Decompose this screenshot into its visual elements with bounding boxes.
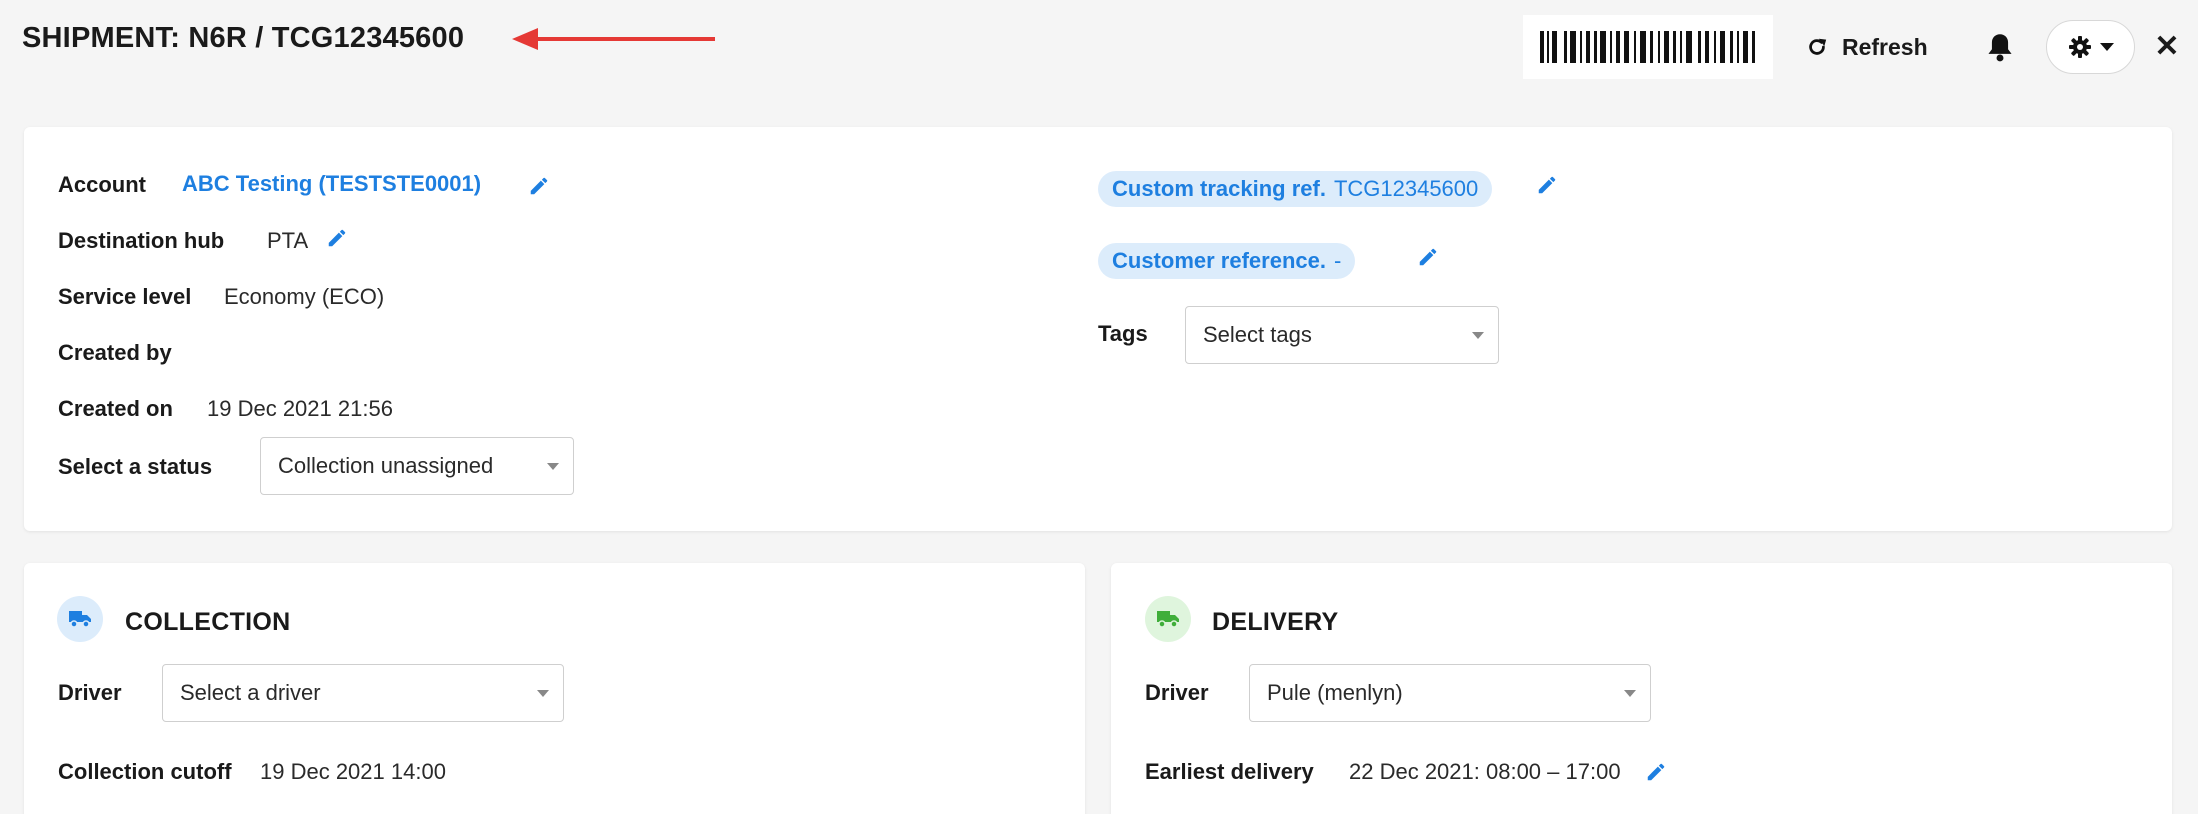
collection-cutoff-label: Collection cutoff <box>58 759 232 784</box>
created-on-value: 19 Dec 2021 21:56 <box>207 396 393 421</box>
collection-card: COLLECTION Driver Select a driver Collec… <box>24 563 1085 814</box>
page-header: SHIPMENT: N6R / TCG12345600 Refresh ✕ <box>0 0 2198 110</box>
service-level-label: Service level <box>58 284 192 309</box>
earliest-delivery-value: 22 Dec 2021: 08:00 – 17:00 <box>1349 759 1621 784</box>
collection-driver-select[interactable]: Select a driver <box>162 664 564 722</box>
delivery-driver-label: Driver <box>1145 680 1209 705</box>
collection-cutoff-value: 19 Dec 2021 14:00 <box>260 759 446 784</box>
delivery-card: DELIVERY Driver Pule (menlyn) Earliest d… <box>1111 563 2172 814</box>
refresh-button[interactable]: Refresh <box>1806 27 1928 67</box>
chevron-down-icon <box>1472 332 1484 339</box>
collection-title: COLLECTION <box>125 608 291 636</box>
barcode-icon[interactable] <box>1523 15 1773 79</box>
chevron-down-icon <box>547 463 559 470</box>
status-label: Select a status <box>58 454 213 479</box>
destination-hub-value: PTA <box>267 228 309 253</box>
status-select[interactable]: Collection unassigned <box>260 437 574 495</box>
customer-reference-pill[interactable]: Customer reference. - <box>1098 243 1356 279</box>
edit-destination-hub-pencil-icon[interactable] <box>326 227 348 249</box>
edit-earliest-delivery-pencil-icon[interactable] <box>1645 761 1667 783</box>
earliest-delivery-label: Earliest delivery <box>1145 759 1314 784</box>
shipment-details-card: Account ABC Testing (TESTSTE0001) Destin… <box>24 127 2172 531</box>
collection-driver-value: Select a driver <box>180 680 321 705</box>
edit-account-pencil-icon[interactable] <box>528 175 550 197</box>
settings-dropdown-button[interactable] <box>2046 20 2135 74</box>
tags-select-placeholder: Select tags <box>1203 322 1312 347</box>
account-label: Account <box>58 172 146 197</box>
chevron-down-icon <box>2099 43 2114 51</box>
chevron-down-icon <box>1624 690 1636 697</box>
created-by-label: Created by <box>58 340 172 365</box>
customer-reference-label: Customer reference. <box>1112 248 1326 273</box>
status-select-value: Collection unassigned <box>278 453 494 478</box>
truck-icon <box>57 596 103 642</box>
refresh-label: Refresh <box>1842 33 1928 60</box>
chevron-down-icon <box>537 690 549 697</box>
delivery-driver-select[interactable]: Pule (menlyn) <box>1249 664 1651 722</box>
arrow-left-icon <box>512 28 715 50</box>
close-icon[interactable]: ✕ <box>2152 32 2182 62</box>
collection-driver-label: Driver <box>58 680 122 705</box>
created-on-label: Created on <box>58 396 173 421</box>
edit-customer-reference-pencil-icon[interactable] <box>1417 246 1439 268</box>
refresh-icon <box>1809 38 1827 55</box>
custom-tracking-ref-value: TCG12345600 <box>1333 176 1479 201</box>
truck-icon <box>1145 596 1191 642</box>
edit-custom-tracking-pencil-icon[interactable] <box>1536 174 1558 196</box>
bell-icon[interactable] <box>1986 32 2014 62</box>
barcode-graphic <box>1540 31 1755 63</box>
customer-reference-value: - <box>1333 248 1342 273</box>
custom-tracking-ref-label: Custom tracking ref. <box>1112 176 1326 201</box>
account-link[interactable]: ABC Testing (TESTSTE0001) <box>182 171 481 197</box>
delivery-driver-value: Pule (menlyn) <box>1267 680 1403 705</box>
delivery-title: DELIVERY <box>1212 608 1339 636</box>
custom-tracking-ref-pill[interactable]: Custom tracking ref. TCG12345600 <box>1098 171 1493 207</box>
destination-hub-label: Destination hub <box>58 228 225 253</box>
tags-label: Tags <box>1098 321 1148 346</box>
service-level-value: Economy (ECO) <box>224 284 385 309</box>
page-title: SHIPMENT: N6R / TCG12345600 <box>22 22 465 54</box>
gear-icon <box>2068 36 2091 58</box>
tags-select[interactable]: Select tags <box>1185 306 1499 364</box>
